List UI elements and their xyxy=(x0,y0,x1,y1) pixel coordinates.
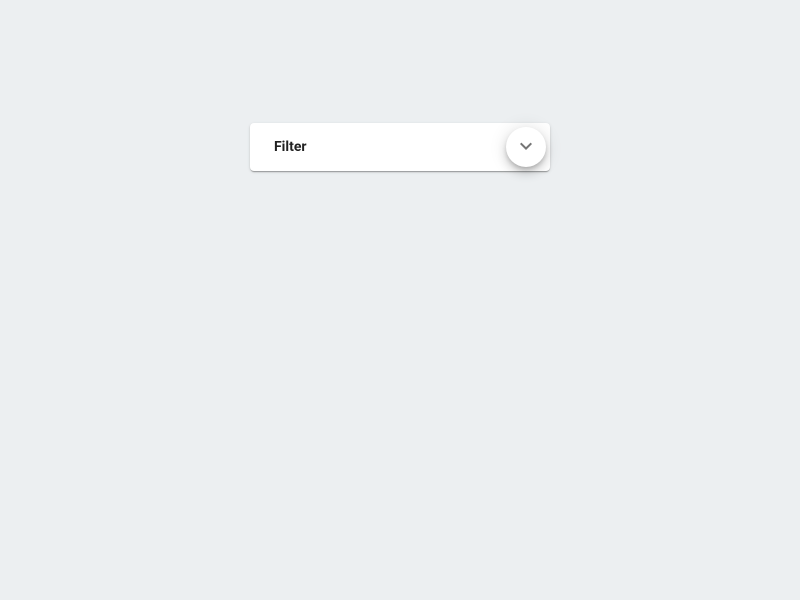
filter-panel: Filter xyxy=(250,123,550,171)
filter-toggle-wrapper xyxy=(502,123,550,171)
expand-more-icon xyxy=(514,134,538,161)
filter-panel-title: Filter xyxy=(274,139,502,155)
filter-panel-header[interactable]: Filter xyxy=(250,123,550,171)
filter-toggle-button[interactable] xyxy=(506,127,546,167)
filter-container: Filter xyxy=(250,123,550,171)
